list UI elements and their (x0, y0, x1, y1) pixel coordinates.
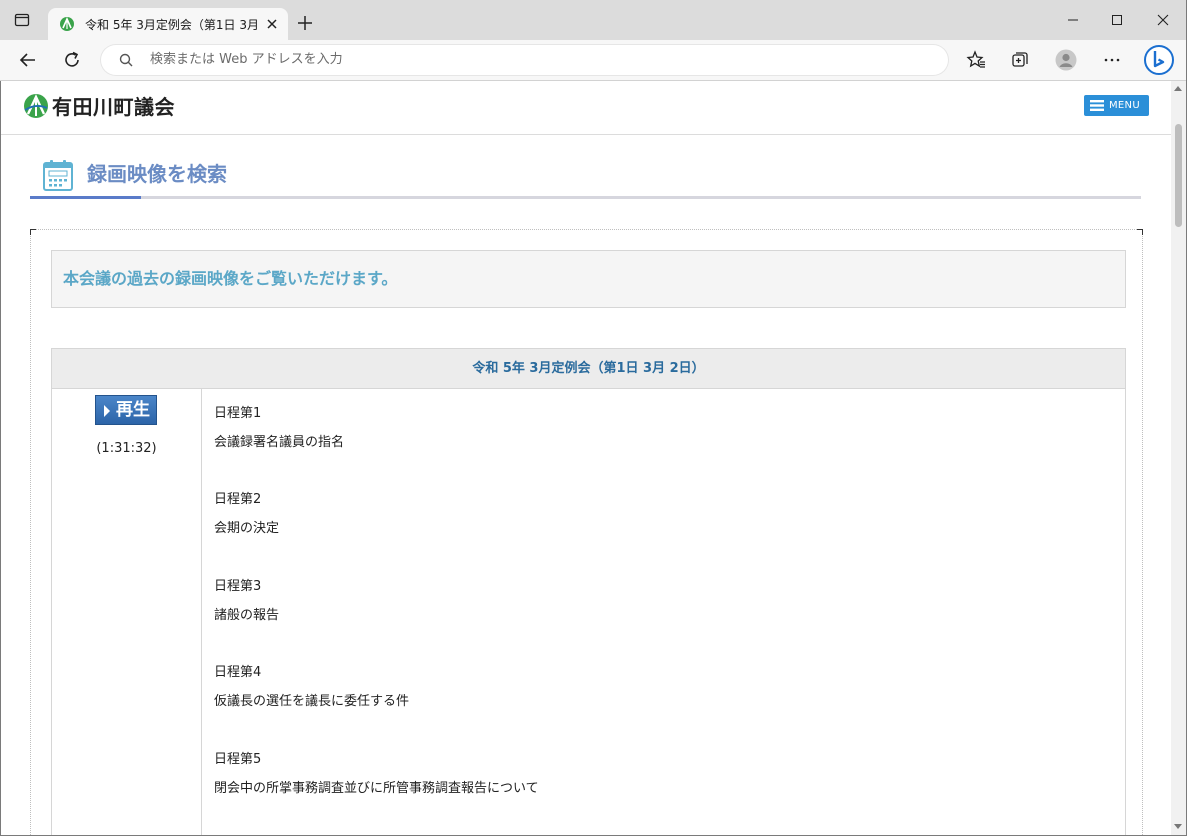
agenda-description: 閉会中の所掌事務調査並びに所管事務調査報告について (214, 781, 539, 796)
intro-text: 本会議の過去の録画映像をご覧いただけます。 (63, 269, 398, 288)
menu-button[interactable]: MENU (1084, 95, 1149, 116)
page-viewport: 有田川町議会 MENU 録画映像を検索 本会議の過去の録画映像をご覧いただけます… (1, 81, 1171, 835)
profile-avatar-icon[interactable] (1055, 49, 1077, 71)
menu-label: MENU (1109, 100, 1140, 111)
address-placeholder: 検索または Web アドレスを入力 (150, 52, 343, 67)
search-icon (119, 53, 133, 67)
agenda-number: 日程第4 (214, 665, 262, 680)
title-underline-accent (30, 196, 141, 199)
section-heading: 録画映像を検索 (30, 156, 1141, 200)
agenda-description: 会期の決定 (214, 521, 280, 536)
calendar-icon (43, 160, 73, 191)
meeting-title: 令和 5年 3月定例会（第1日 3月 2日） (472, 361, 705, 376)
more-options-icon[interactable] (1102, 50, 1122, 70)
maximize-icon[interactable] (1107, 10, 1127, 30)
tab-close-icon[interactable] (264, 16, 280, 32)
site-favicon-icon (60, 17, 74, 31)
collections-icon[interactable] (1010, 50, 1030, 70)
address-bar[interactable]: 検索または Web アドレスを入力 (101, 45, 948, 75)
vertical-scrollbar[interactable] (1171, 81, 1186, 835)
agenda-number: 日程第5 (214, 752, 262, 767)
site-header: 有田川町議会 MENU (1, 81, 1171, 135)
agenda-number: 日程第3 (214, 579, 262, 594)
corner-mark (1137, 229, 1143, 235)
browser-tab-bar: 令和 5年 3月定例会（第1日 3月 2日） (0, 0, 1187, 40)
play-button[interactable]: 再生 (95, 395, 157, 425)
refresh-icon[interactable] (62, 50, 82, 70)
favorites-icon[interactable] (966, 50, 986, 70)
site-logo-icon[interactable] (23, 93, 49, 119)
minimize-icon[interactable] (1063, 10, 1083, 30)
agenda-number: 日程第1 (214, 406, 262, 421)
title-underline (30, 196, 1141, 199)
back-icon[interactable] (18, 50, 38, 70)
scroll-up-icon[interactable] (1174, 86, 1182, 91)
bing-chat-icon[interactable] (1143, 44, 1175, 76)
agenda-number: 日程第2 (214, 492, 262, 507)
window-border (0, 81, 1, 836)
video-duration: (1:31:32) (96, 441, 157, 456)
corner-mark (30, 229, 36, 235)
new-tab-icon[interactable] (296, 14, 314, 32)
page-title: 録画映像を検索 (87, 162, 227, 186)
play-label: 再生 (116, 400, 150, 420)
browser-tab[interactable]: 令和 5年 3月定例会（第1日 3月 2日） (48, 8, 288, 40)
meeting-header: 令和 5年 3月定例会（第1日 3月 2日） (52, 349, 1125, 389)
tab-actions-icon[interactable] (14, 12, 30, 28)
window-close-icon[interactable] (1153, 10, 1173, 30)
hamburger-icon (1090, 100, 1104, 111)
playback-column: 再生 (1:31:32) (52, 389, 202, 835)
browser-toolbar: 検索または Web アドレスを入力 (0, 40, 1187, 81)
scroll-thumb[interactable] (1175, 124, 1182, 227)
tab-title: 令和 5年 3月定例会（第1日 3月 2日） (85, 18, 263, 32)
scroll-down-icon[interactable] (1174, 824, 1182, 829)
intro-box: 本会議の過去の録画映像をご覧いただけます。 (51, 250, 1126, 308)
site-name[interactable]: 有田川町議会 (52, 93, 175, 121)
agenda-description: 諸般の報告 (214, 608, 280, 623)
meeting-table: 令和 5年 3月定例会（第1日 3月 2日） 再生 (1:31:32) 日程第1… (51, 348, 1126, 835)
agenda-description: 会議録署名議員の指名 (214, 435, 345, 450)
play-icon (104, 405, 110, 417)
agenda-description: 仮議長の選任を議長に委任する件 (214, 694, 410, 709)
